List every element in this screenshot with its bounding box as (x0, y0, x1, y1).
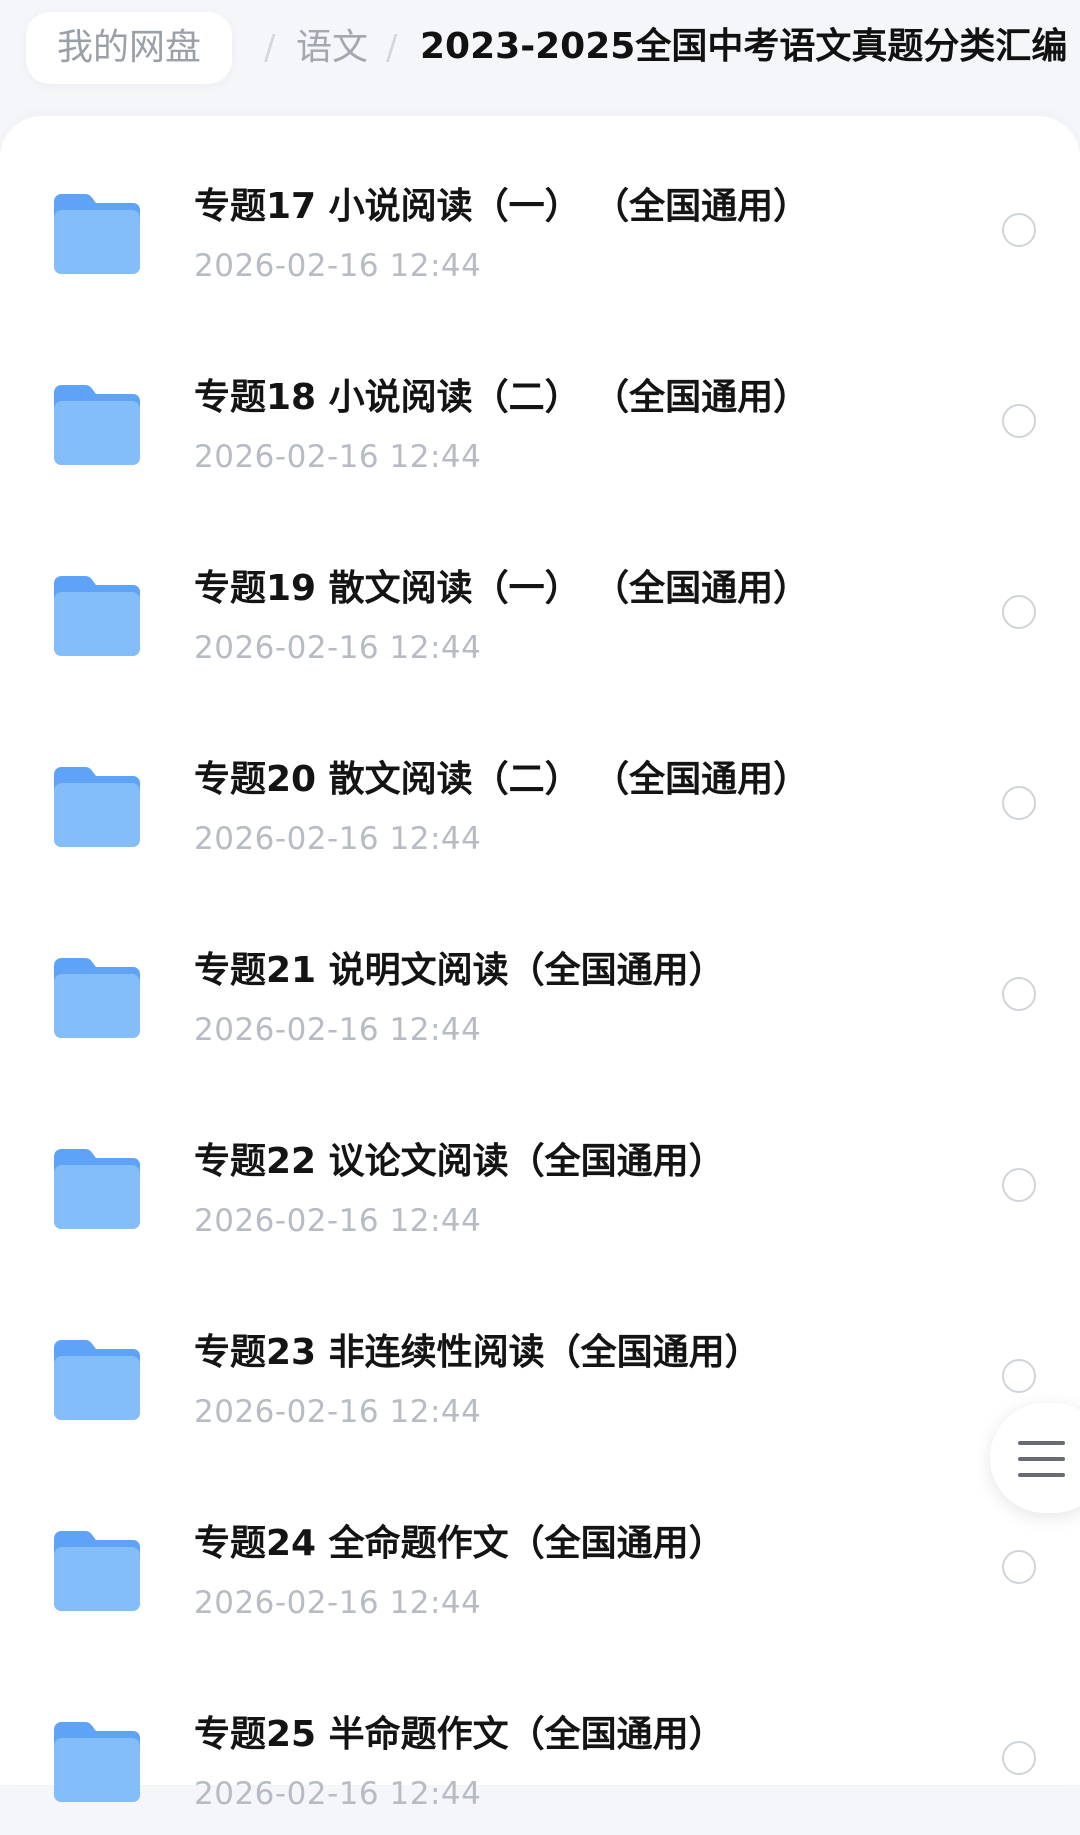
folder-icon (54, 576, 140, 656)
folder-icon (54, 385, 140, 465)
folder-icon (54, 1531, 140, 1611)
radio-circle-icon[interactable] (1002, 1741, 1036, 1775)
folder-row[interactable]: 专题17 小说阅读（一） （全国通用） 2026-02-16 12:44 (0, 116, 1080, 307)
file-date: 2026-02-16 12:44 (194, 821, 482, 857)
file-name: 专题24 全命题作文（全国通用） (194, 1523, 725, 1564)
folder-row[interactable]: 专题20 散文阅读（二） （全国通用） 2026-02-16 12:44 (0, 689, 1080, 880)
radio-circle-icon[interactable] (1002, 1359, 1036, 1393)
radio-circle-icon[interactable] (1002, 1168, 1036, 1202)
folder-row[interactable]: 专题23 非连续性阅读（全国通用） 2026-02-16 12:44 (0, 1262, 1080, 1453)
file-date: 2026-02-16 12:44 (194, 1394, 482, 1430)
folder-row[interactable]: 专题22 议论文阅读（全国通用） 2026-02-16 12:44 (0, 1071, 1080, 1262)
folder-row[interactable]: 专题18 小说阅读（二） （全国通用） 2026-02-16 12:44 (0, 307, 1080, 498)
file-name: 专题22 议论文阅读（全国通用） (194, 1141, 725, 1182)
file-date: 2026-02-16 12:44 (194, 1585, 482, 1621)
file-date: 2026-02-16 12:44 (194, 248, 482, 284)
file-name: 专题23 非连续性阅读（全国通用） (194, 1332, 761, 1373)
file-name: 专题25 半命题作文（全国通用） (194, 1714, 725, 1755)
file-date: 2026-02-16 12:44 (194, 1203, 482, 1239)
radio-circle-icon[interactable] (1002, 977, 1036, 1011)
file-list-panel: 专题17 小说阅读（一） （全国通用） 2026-02-16 12:44 专题1… (0, 116, 1080, 1812)
folder-row[interactable]: 专题24 全命题作文（全国通用） 2026-02-16 12:44 (0, 1453, 1080, 1644)
file-name: 专题18 小说阅读（二） （全国通用） (194, 377, 810, 418)
radio-circle-icon[interactable] (1002, 595, 1036, 629)
folder-icon (54, 958, 140, 1038)
folder-row[interactable]: 专题21 说明文阅读（全国通用） 2026-02-16 12:44 (0, 880, 1080, 1071)
folder-icon (54, 194, 140, 274)
file-name: 专题20 散文阅读（二） （全国通用） (194, 759, 810, 800)
folder-row[interactable]: 专题19 散文阅读（一） （全国通用） 2026-02-16 12:44 (0, 498, 1080, 689)
file-date: 2026-02-16 12:44 (194, 1776, 482, 1812)
file-name: 专题21 说明文阅读（全国通用） (194, 950, 725, 991)
breadcrumb-parent-chinese[interactable]: 语文 (296, 26, 368, 70)
folder-icon (54, 767, 140, 847)
breadcrumb-separator: / (386, 28, 398, 68)
radio-circle-icon[interactable] (1002, 1550, 1036, 1584)
radio-circle-icon[interactable] (1002, 404, 1036, 438)
file-date: 2026-02-16 12:44 (194, 439, 482, 475)
radio-circle-icon[interactable] (1002, 213, 1036, 247)
breadcrumb: 我的网盘 / 语文 / 2023-2025全国中考语文真题分类汇编 (0, 0, 1080, 118)
breadcrumb-current-folder: 2023-2025全国中考语文真题分类汇编 (420, 26, 1068, 67)
file-date: 2026-02-16 12:44 (194, 1012, 482, 1048)
folder-row[interactable]: 专题25 半命题作文（全国通用） 2026-02-16 12:44 (0, 1644, 1080, 1835)
breadcrumb-root-my-drive[interactable]: 我的网盘 (26, 12, 232, 84)
folder-icon (54, 1340, 140, 1420)
breadcrumb-separator: / (264, 28, 276, 68)
file-name: 专题19 散文阅读（一） （全国通用） (194, 568, 810, 609)
folder-icon (54, 1149, 140, 1229)
hamburger-menu-icon (1018, 1441, 1065, 1477)
file-name: 专题17 小说阅读（一） （全国通用） (194, 186, 810, 227)
radio-circle-icon[interactable] (1002, 786, 1036, 820)
folder-icon (54, 1722, 140, 1802)
file-date: 2026-02-16 12:44 (194, 630, 482, 666)
